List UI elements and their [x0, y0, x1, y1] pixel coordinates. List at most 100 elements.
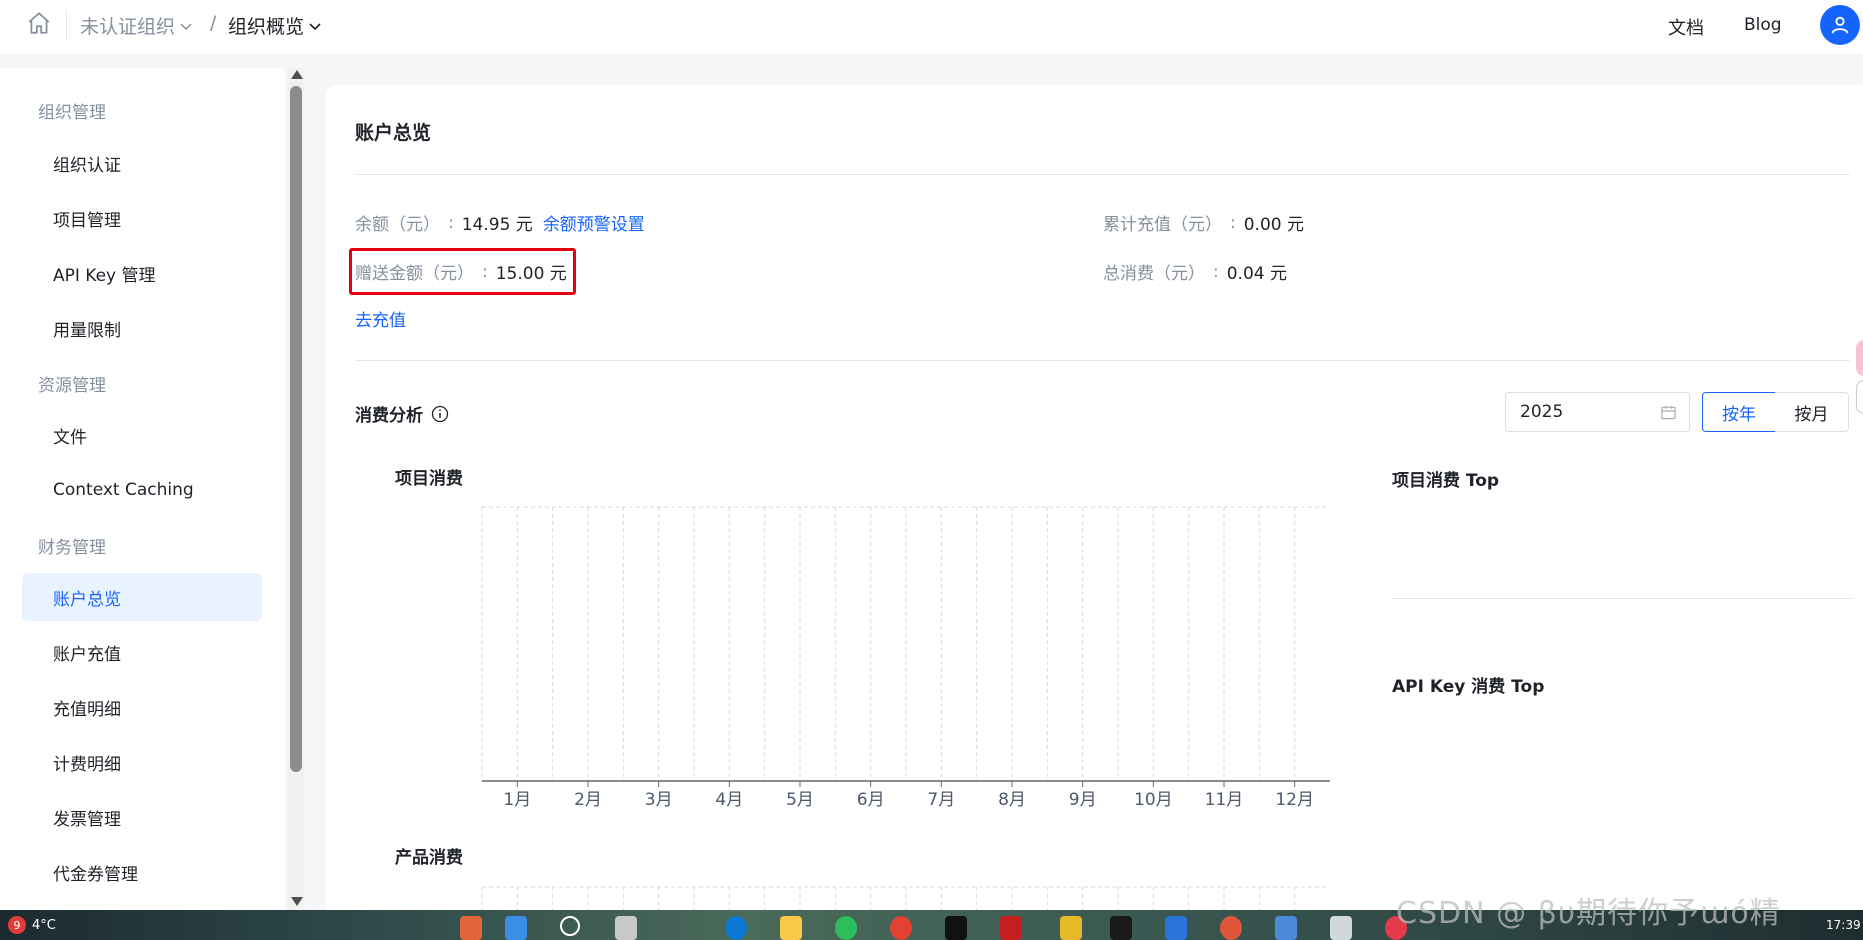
scrollbar-thumb[interactable]: [290, 86, 302, 772]
sidebar-item-files[interactable]: 文件: [22, 411, 262, 459]
page-title: 账户总览: [355, 122, 432, 144]
x-tick-label: 9月: [1069, 790, 1097, 810]
colon: :: [448, 212, 454, 233]
section-divider: [355, 360, 1850, 361]
total-spend-label: 总消费（元）: [1103, 264, 1205, 284]
notepad-icon[interactable]: [1275, 916, 1297, 940]
analysis-title: 消费分析: [355, 401, 449, 426]
windows-start-icon[interactable]: [505, 916, 527, 940]
x-tick-label: 3月: [645, 790, 673, 810]
x-tick-label: 5月: [786, 790, 814, 810]
temperature: 4°C: [32, 917, 56, 933]
by-year-button[interactable]: 按年: [1702, 392, 1776, 432]
folder-icon[interactable]: [780, 916, 802, 940]
app-icon[interactable]: [1060, 916, 1082, 940]
app-icon[interactable]: [1220, 916, 1242, 940]
csdn-watermark: CSDN @ βυ期待你予ɯó精: [1396, 896, 1781, 931]
intellij-icon[interactable]: [1110, 916, 1132, 940]
by-month-button[interactable]: 按月: [1775, 392, 1849, 432]
x-tick-label: 6月: [857, 790, 885, 810]
weather-widget[interactable]: 9 4°C: [8, 916, 56, 934]
breadcrumb-separator: /: [210, 12, 217, 34]
total-recharge-label: 累计充值（元）: [1103, 215, 1222, 235]
top-list-divider: [1392, 598, 1852, 599]
sidebar-item-account-overview[interactable]: 账户总览: [22, 573, 262, 621]
chevron-down-icon: [180, 22, 192, 30]
sidebar-item-api-keys[interactable]: API Key 管理: [22, 249, 262, 297]
sidebar-group-org: 组织管理: [38, 103, 106, 123]
x-tick-label: 4月: [715, 790, 743, 810]
x-tick-label: 10月: [1134, 790, 1173, 810]
x-tick-label: 7月: [927, 790, 955, 810]
total-spend-row: 总消费（元） : 0.04 元: [1103, 259, 1287, 285]
avatar[interactable]: [1820, 5, 1860, 45]
search-icon[interactable]: [560, 916, 580, 936]
sidebar-item-vouchers[interactable]: 代金券管理: [22, 848, 262, 896]
analysis-title-label: 消费分析: [355, 406, 423, 426]
info-icon[interactable]: [431, 405, 449, 423]
scroll-down-arrow-icon[interactable]: [291, 897, 303, 906]
balance-alert-link[interactable]: 余额预警设置: [543, 210, 645, 235]
docs-link[interactable]: 文档: [1668, 14, 1704, 40]
user-icon: [1831, 16, 1849, 34]
chrome-icon[interactable]: [890, 916, 912, 940]
sidebar-item-usage-limits[interactable]: 用量限制: [22, 304, 262, 352]
balance-value: 14.95 元: [461, 215, 533, 235]
sidebar-group-resources: 资源管理: [38, 376, 106, 396]
app-icon[interactable]: [1165, 916, 1187, 940]
blog-link[interactable]: Blog: [1744, 15, 1782, 35]
home-icon[interactable]: [26, 10, 52, 36]
breadcrumb-current[interactable]: 组织概览: [228, 12, 322, 39]
project-spend-title: 项目消费: [395, 469, 463, 489]
sidebar-item-projects[interactable]: 项目管理: [22, 194, 262, 242]
colon: :: [1213, 261, 1219, 282]
settings-icon[interactable]: [1330, 916, 1352, 940]
project-spend-chart: 1月 2月 3月 4月 5月 6月 7月 8月 9月 10月 11月 12月: [481, 506, 1330, 810]
x-tick-label: 11月: [1205, 790, 1244, 810]
x-tick-label: 1月: [503, 790, 531, 810]
x-tick-label: 8月: [998, 790, 1026, 810]
sidebar-item-billing-details[interactable]: 计费明细: [22, 738, 262, 786]
breadcrumb-current-label: 组织概览: [228, 16, 305, 38]
notification-badge: 9: [8, 916, 26, 934]
side-float-tab[interactable]: [1856, 380, 1863, 414]
project-top-title: 项目消费 Top: [1392, 471, 1500, 491]
sidebar-group-finance: 财务管理: [38, 538, 106, 558]
sidebar-item-context-caching[interactable]: Context Caching: [22, 466, 262, 514]
year-picker[interactable]: 2025: [1505, 392, 1690, 432]
apikey-top-title: API Key 消费 Top: [1392, 677, 1545, 697]
product-spend-chart: [481, 886, 1330, 910]
x-tick-label: 2月: [574, 790, 602, 810]
sidebar-item-org-verify[interactable]: 组织认证: [22, 139, 262, 187]
sidebar-item-invoices[interactable]: 发票管理: [22, 793, 262, 841]
clock: 17:39: [1826, 918, 1861, 932]
x-tick-label: 12月: [1275, 790, 1314, 810]
product-spend-title: 产品消费: [395, 848, 463, 868]
sidebar-item-recharge-details[interactable]: 充值明细: [22, 683, 262, 731]
colon: :: [1230, 212, 1236, 233]
side-float-widget[interactable]: [1856, 340, 1863, 376]
app-icon[interactable]: [1000, 916, 1022, 940]
github-icon[interactable]: [945, 916, 967, 940]
header-divider: [66, 10, 67, 40]
title-divider: [355, 174, 1850, 175]
total-spend-value: 0.04 元: [1226, 264, 1287, 284]
app-icon[interactable]: [460, 916, 482, 940]
org-name: 未认证组织: [80, 16, 176, 38]
highlight-box: [349, 248, 576, 295]
scroll-up-arrow-icon[interactable]: [291, 70, 303, 79]
calendar-icon: [1661, 405, 1676, 420]
recharge-link[interactable]: 去充值: [355, 306, 406, 331]
balance-label: 余额（元）: [355, 215, 440, 235]
chevron-down-icon: [309, 22, 321, 30]
total-recharge-value: 0.00 元: [1243, 215, 1304, 235]
top-header: 未认证组织 / 组织概览 文档 Blog: [0, 0, 1863, 54]
task-view-icon[interactable]: [615, 916, 637, 940]
wechat-icon[interactable]: [835, 916, 857, 940]
year-value: 2025: [1520, 402, 1564, 422]
sidebar-item-recharge[interactable]: 账户充值: [22, 628, 262, 676]
edge-icon[interactable]: [725, 916, 747, 940]
org-switcher[interactable]: 未认证组织: [80, 12, 193, 39]
total-recharge-row: 累计充值（元） : 0.00 元: [1103, 210, 1304, 236]
balance-row: 余额（元） : 14.95 元 余额预警设置: [355, 210, 645, 236]
